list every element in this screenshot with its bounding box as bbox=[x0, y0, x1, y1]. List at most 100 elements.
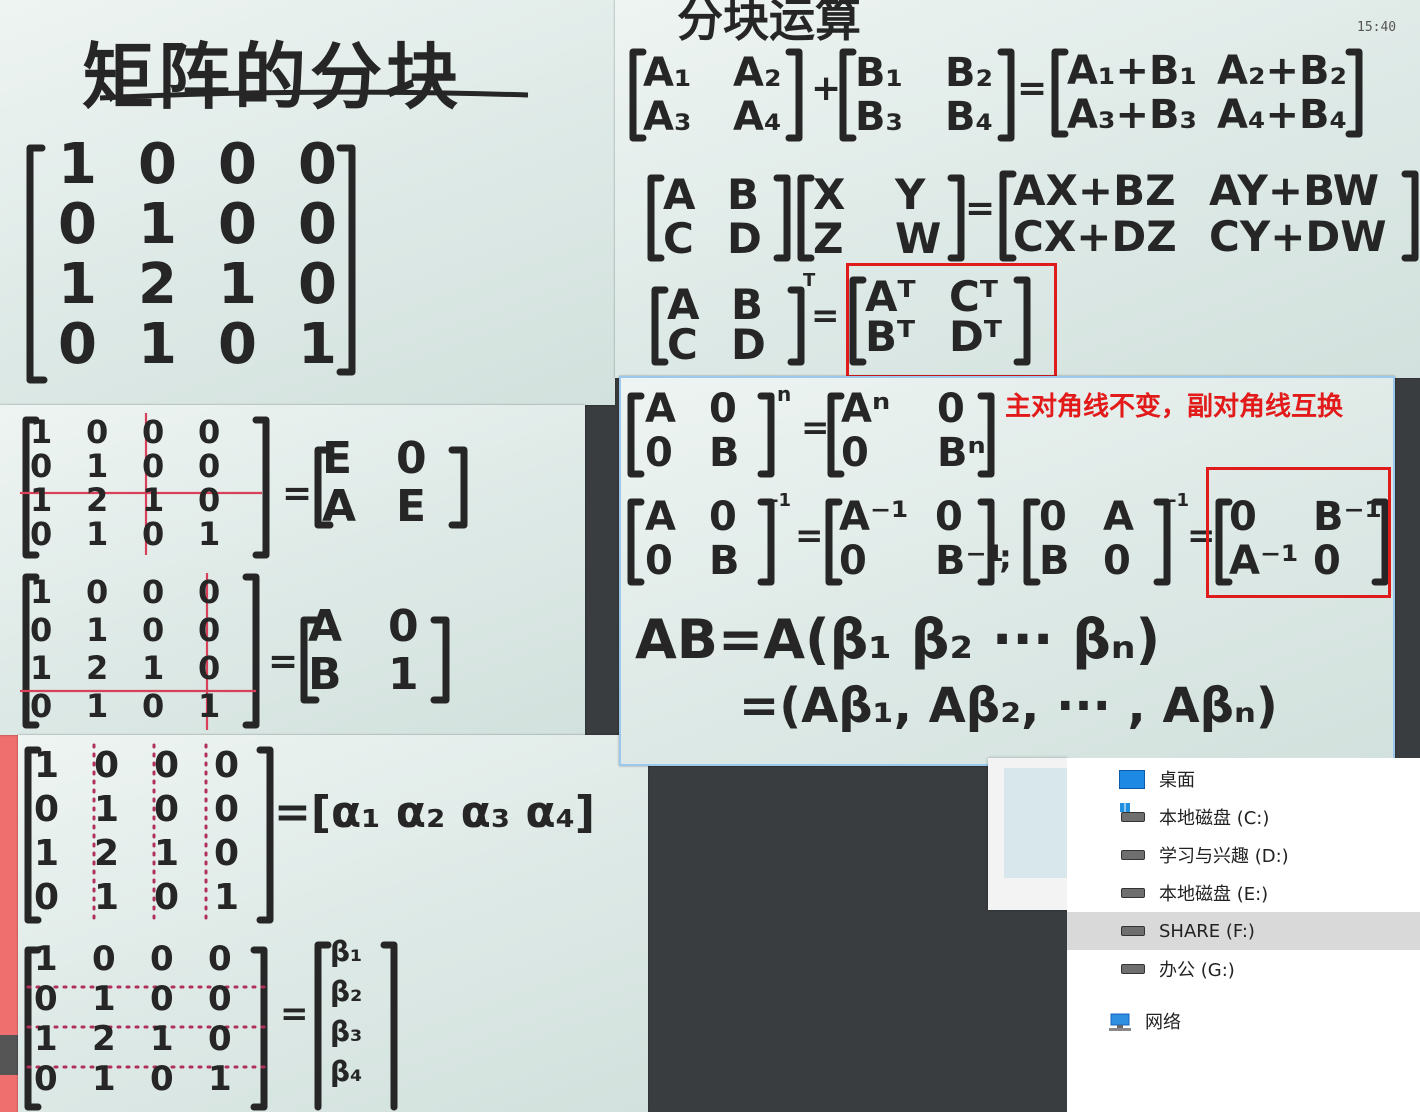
block-entry: Z bbox=[813, 214, 844, 263]
matrix-bracket bbox=[999, 170, 1017, 262]
matrix-bracket bbox=[997, 48, 1015, 142]
matrix-entry: 1 bbox=[198, 687, 221, 725]
block-entry: X bbox=[813, 170, 846, 219]
matrix-entry: 0 bbox=[214, 789, 240, 830]
matrix-entry: 1 bbox=[34, 833, 60, 874]
matrix-entry: 0 bbox=[150, 979, 174, 1019]
block-entry: B bbox=[727, 170, 760, 219]
matrix-entry: 1 bbox=[138, 312, 177, 377]
matrix-entry: 1 bbox=[142, 649, 165, 687]
nav-item-0[interactable]: 桌面 bbox=[1067, 760, 1420, 798]
preview-thumbnail[interactable] bbox=[988, 758, 1068, 910]
nav-item-3[interactable]: 本地磁盘 (E:) bbox=[1067, 874, 1420, 912]
operator-symbol: n bbox=[777, 382, 792, 406]
matrix-entry: 0 bbox=[30, 611, 53, 649]
matrix-entry: 0 bbox=[154, 789, 180, 830]
matrix-bracket bbox=[797, 174, 815, 262]
matrix-entry: 0 bbox=[214, 833, 240, 874]
block-entry: 1 bbox=[388, 649, 419, 700]
matrix-entry: 0 bbox=[198, 481, 221, 519]
matrix-entry: 0 bbox=[198, 611, 221, 649]
matrix-entry: 0 bbox=[142, 447, 165, 485]
matrix-bracket bbox=[757, 392, 775, 478]
matrix-entry: 0 bbox=[198, 413, 221, 451]
block-entry: CY+DW bbox=[1209, 212, 1387, 261]
ab-line-2: =(Aβ₁, Aβ₂, ··· , Aβₙ) bbox=[739, 678, 1278, 734]
matrix-entry: 1 bbox=[86, 515, 109, 553]
matrix-bracket bbox=[839, 48, 857, 142]
svg-text:=: = bbox=[268, 641, 298, 682]
beta-entry: β₁ bbox=[330, 935, 363, 968]
block-entry: Y bbox=[895, 170, 926, 219]
matrix-entry: 1 bbox=[30, 649, 53, 687]
matrix-entry: 0 bbox=[30, 687, 53, 725]
block-entry: A₁+B₁ bbox=[1067, 48, 1197, 94]
matrix-entry: 0 bbox=[58, 312, 97, 377]
block-entry: C bbox=[667, 320, 698, 369]
matrix-entry: 1 bbox=[142, 481, 165, 519]
operator-symbol: = bbox=[811, 296, 840, 336]
drive-icon bbox=[1121, 926, 1145, 936]
matrix-bracket bbox=[757, 498, 775, 586]
matrix-entry: 0 bbox=[154, 877, 180, 918]
svg-text:=: = bbox=[280, 994, 309, 1034]
matrix-entry: 1 bbox=[58, 132, 97, 197]
matrix-entry: 0 bbox=[138, 132, 177, 197]
transpose-highlight-box bbox=[846, 263, 1057, 378]
block-entry: CX+DZ bbox=[1013, 212, 1177, 261]
collapse-arrow-button[interactable] bbox=[0, 1035, 18, 1075]
matrix-entry: 0 bbox=[86, 573, 109, 611]
matrix-entry: 2 bbox=[92, 1019, 116, 1059]
system-drive-icon bbox=[1120, 803, 1145, 822]
matrix-entry: 0 bbox=[58, 192, 97, 257]
block-entry: 0 bbox=[839, 538, 867, 584]
matrix-bracket bbox=[773, 174, 791, 262]
inverse-highlight-box bbox=[1206, 467, 1391, 598]
block-entry: 0 bbox=[841, 430, 869, 476]
nav-item-1[interactable]: 本地磁盘 (C:) bbox=[1067, 798, 1420, 836]
matrix-bracket bbox=[651, 286, 669, 366]
matrix-entry: 0 bbox=[208, 939, 232, 979]
beta-entry: β₃ bbox=[330, 1015, 363, 1048]
operator-symbol: ; bbox=[999, 538, 1012, 576]
matrix-entry: 1 bbox=[86, 611, 109, 649]
nav-item-label: SHARE (F:) bbox=[1159, 920, 1255, 942]
block-entry: C bbox=[663, 214, 694, 263]
matrix-entry: 0 bbox=[198, 649, 221, 687]
matrix-entry: 0 bbox=[142, 413, 165, 451]
matrix-entry: 1 bbox=[138, 192, 177, 257]
block-entry: B bbox=[1039, 538, 1070, 584]
block-entry: Bⁿ bbox=[937, 430, 986, 476]
matrix-entry: 0 bbox=[142, 687, 165, 725]
nav-item-5[interactable]: 办公 (G:) bbox=[1067, 950, 1420, 988]
operator-symbol: -1 bbox=[771, 490, 791, 511]
matrix-entry: 1 bbox=[94, 877, 120, 918]
matrix-bracket bbox=[629, 48, 647, 142]
network-icon bbox=[1107, 1012, 1131, 1031]
block-entry: A₂+B₂ bbox=[1217, 48, 1347, 94]
matrix-entry: 0 bbox=[208, 979, 232, 1019]
block-entry: B bbox=[709, 430, 740, 476]
block-entry: AY+BW bbox=[1209, 166, 1380, 215]
matrix-entry: 1 bbox=[94, 789, 120, 830]
matrix-bracket bbox=[827, 392, 845, 478]
matrix-entry: 1 bbox=[214, 877, 240, 918]
matrix-bracket bbox=[647, 174, 665, 262]
matrix-entry: 1 bbox=[208, 1059, 232, 1099]
block-entry: A₂ bbox=[733, 50, 782, 96]
block-entry: Aⁿ bbox=[841, 386, 891, 432]
nav-item-network[interactable]: 网络 bbox=[1067, 1002, 1420, 1040]
nav-item-4[interactable]: SHARE (F:) bbox=[1067, 912, 1420, 950]
matrix-entry: 0 bbox=[298, 252, 337, 317]
block-entry: 0 bbox=[935, 494, 963, 540]
block-entry: A bbox=[645, 494, 676, 540]
matrix-entry: 0 bbox=[298, 132, 337, 197]
drive-icon bbox=[1121, 964, 1145, 974]
matrix-entry: 0 bbox=[298, 192, 337, 257]
nav-item-2[interactable]: 学习与兴趣 (D:) bbox=[1067, 836, 1420, 874]
matrix-entry: 0 bbox=[198, 447, 221, 485]
matrix-entry: 0 bbox=[34, 877, 60, 918]
nav-item-label: 本地磁盘 (C:) bbox=[1159, 808, 1270, 829]
operator-symbol: = bbox=[795, 516, 824, 556]
matrix-entry: 1 bbox=[34, 1019, 58, 1059]
